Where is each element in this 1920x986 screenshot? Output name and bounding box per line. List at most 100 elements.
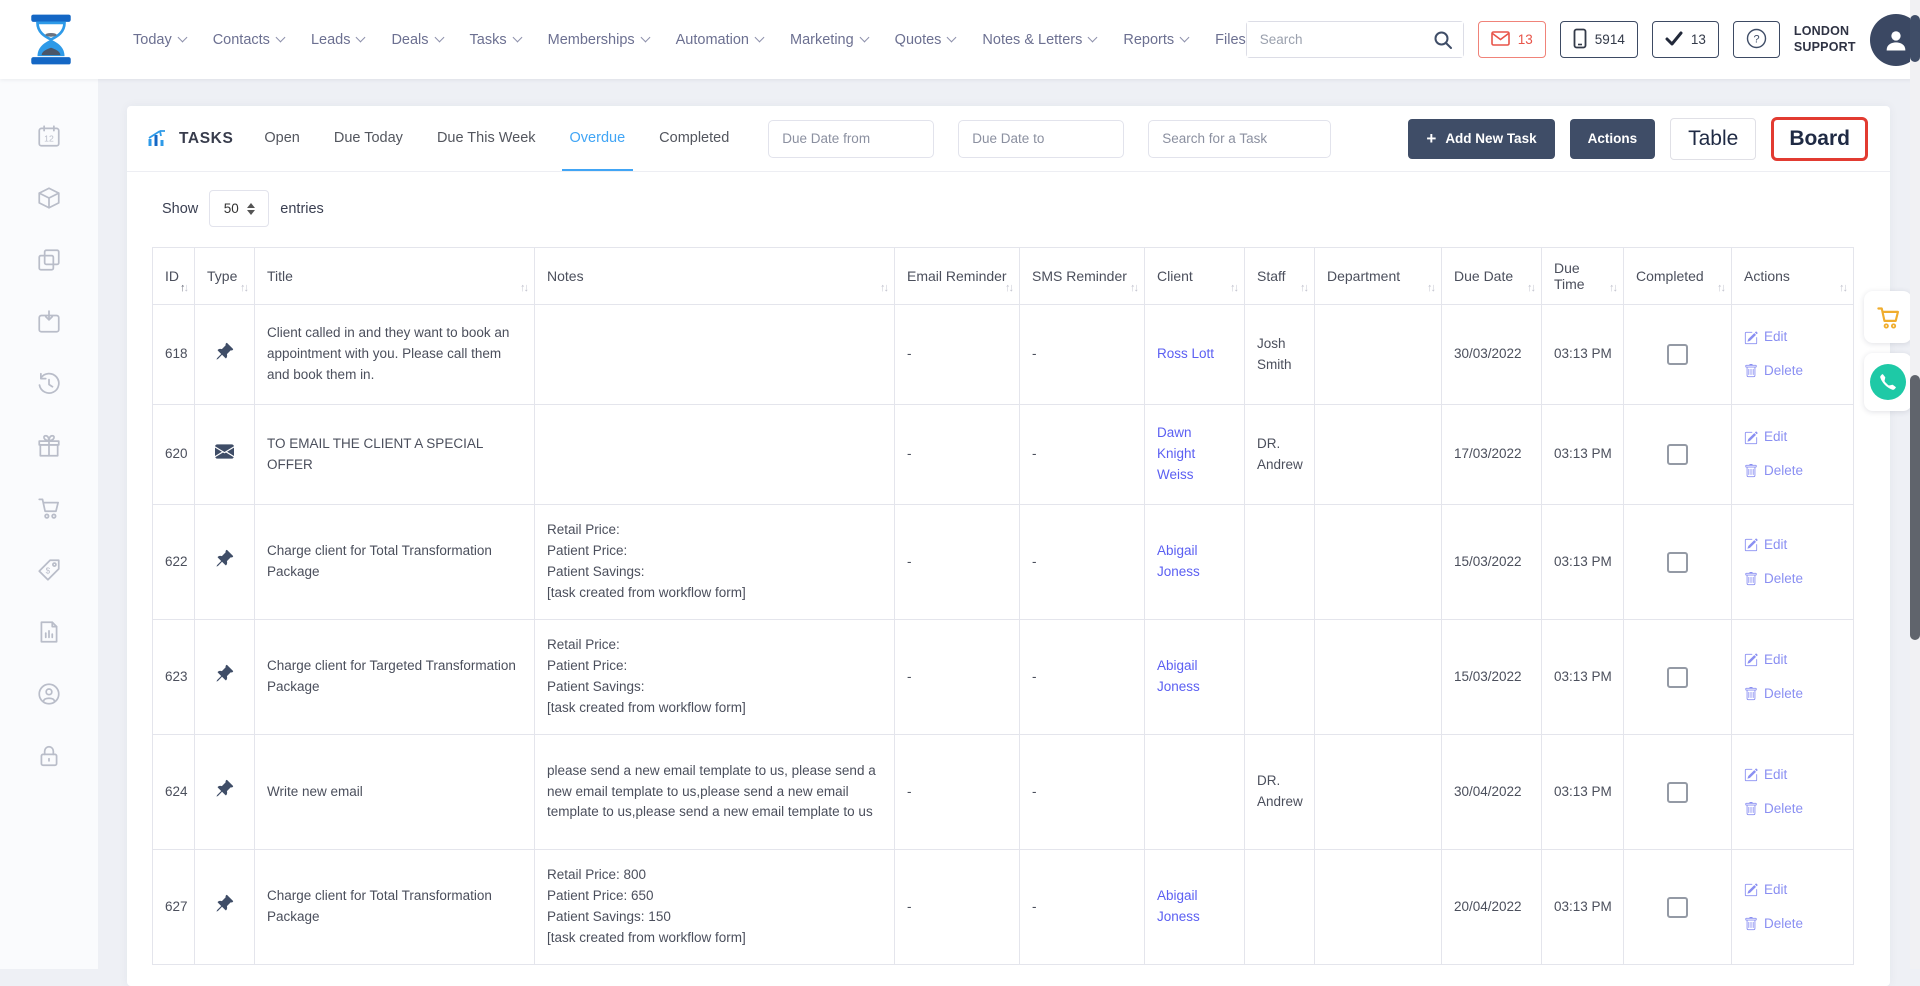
delete-task-link[interactable]: Delete	[1744, 684, 1841, 705]
table-view-button[interactable]: Table	[1670, 118, 1756, 160]
menu-quotes[interactable]: Quotes	[895, 32, 956, 48]
due-time: 03:13 PM	[1542, 405, 1624, 505]
tab-completed[interactable]: Completed	[651, 106, 737, 171]
copy-icon[interactable]	[36, 247, 62, 273]
menu-tasks[interactable]: Tasks	[470, 32, 521, 48]
edit-task-link[interactable]: Edit	[1744, 427, 1841, 448]
tab-due-today[interactable]: Due Today	[326, 106, 411, 171]
completed-checkbox[interactable]	[1667, 667, 1688, 688]
column-header-title[interactable]: Title↑↓	[255, 248, 535, 305]
staff-name: DR. Andrew	[1245, 405, 1315, 505]
client-link[interactable]: Abigail Joness	[1157, 543, 1200, 579]
column-header-id[interactable]: ID↑↓	[153, 248, 195, 305]
delete-task-link[interactable]: Delete	[1744, 914, 1841, 935]
phone-calls-button[interactable]: 5914	[1560, 21, 1638, 58]
column-header-type[interactable]: Type↑↓	[195, 248, 255, 305]
scrollbar-thumb[interactable]	[1910, 375, 1920, 640]
edit-task-link[interactable]: Edit	[1744, 535, 1841, 556]
task-notes: please send a new email template to us, …	[535, 735, 895, 850]
entries-per-page-select[interactable]: 50	[209, 190, 269, 227]
gift-icon[interactable]	[36, 433, 62, 459]
task-search-input[interactable]	[1148, 120, 1331, 158]
email-reminder: -	[895, 735, 1020, 850]
history-icon[interactable]	[36, 371, 62, 397]
column-header-client[interactable]: Client↑↓	[1145, 248, 1245, 305]
edit-task-link[interactable]: Edit	[1744, 327, 1841, 348]
edit-task-link[interactable]: Edit	[1744, 765, 1841, 786]
delete-task-link[interactable]: Delete	[1744, 799, 1841, 820]
menu-contacts[interactable]: Contacts	[213, 32, 284, 48]
tab-overdue[interactable]: Overdue	[562, 106, 634, 171]
column-header-due-date[interactable]: Due Date↑↓	[1442, 248, 1542, 305]
column-header-completed[interactable]: Completed↑↓	[1624, 248, 1732, 305]
delete-task-link[interactable]: Delete	[1744, 361, 1841, 382]
menu-marketing[interactable]: Marketing	[790, 32, 868, 48]
package-icon[interactable]	[36, 185, 62, 211]
menu-automation[interactable]: Automation	[676, 32, 763, 48]
actions-button[interactable]: Actions	[1570, 119, 1656, 159]
completed-checkbox[interactable]	[1667, 782, 1688, 803]
menu-memberships[interactable]: Memberships	[548, 32, 649, 48]
completed-tasks-button[interactable]: 13	[1652, 21, 1719, 58]
column-header-notes[interactable]: Notes↑↓	[535, 248, 895, 305]
completed-checkbox[interactable]	[1667, 444, 1688, 465]
client-link[interactable]: Dawn Knight Weiss	[1157, 425, 1195, 482]
cart-icon[interactable]	[36, 495, 62, 521]
add-new-task-button[interactable]: + Add New Task	[1408, 119, 1554, 159]
staff-name: Josh Smith	[1245, 305, 1315, 405]
due-date-from-input[interactable]	[768, 120, 934, 158]
tab-due-this-week[interactable]: Due This Week	[429, 106, 544, 171]
chevron-down-icon	[177, 33, 187, 43]
scrollbar-thumb-top[interactable]	[1910, 15, 1920, 62]
report-icon[interactable]	[36, 619, 62, 645]
tab-open[interactable]: Open	[256, 106, 307, 171]
svg-text:$: $	[46, 566, 51, 575]
column-header-sms-reminder[interactable]: SMS Reminder↑↓	[1020, 248, 1145, 305]
delete-task-link[interactable]: Delete	[1744, 461, 1841, 482]
task-type	[195, 620, 255, 735]
pushpin-icon	[215, 342, 234, 361]
check-count-badge: 13	[1691, 32, 1706, 47]
menu-files[interactable]: Files	[1215, 32, 1246, 48]
menu-today[interactable]: Today	[133, 32, 186, 48]
booking-calendar-icon[interactable]	[36, 309, 62, 335]
delete-task-link[interactable]: Delete	[1744, 569, 1841, 590]
menu-leads[interactable]: Leads	[311, 32, 365, 48]
question-mark-icon: ?	[1746, 28, 1767, 52]
help-button[interactable]: ?	[1733, 21, 1780, 58]
task-notes	[535, 405, 895, 505]
due-date-to-input[interactable]	[958, 120, 1124, 158]
client-link[interactable]: Abigail Joness	[1157, 658, 1200, 694]
search-icon[interactable]	[1432, 29, 1454, 56]
floating-cart-button[interactable]	[1864, 291, 1912, 343]
app-logo-hourglass-icon[interactable]	[24, 12, 78, 67]
menu-reports[interactable]: Reports	[1123, 32, 1188, 48]
column-header-department[interactable]: Department↑↓	[1315, 248, 1442, 305]
column-header-staff[interactable]: Staff↑↓	[1245, 248, 1315, 305]
client-link[interactable]: Abigail Joness	[1157, 888, 1200, 924]
client-link[interactable]: Ross Lott	[1157, 346, 1214, 361]
completed-checkbox[interactable]	[1667, 344, 1688, 365]
staff-name	[1245, 620, 1315, 735]
column-header-due-time[interactable]: Due Time↑↓	[1542, 248, 1624, 305]
price-tag-icon[interactable]: $	[36, 557, 62, 583]
lock-icon[interactable]	[36, 743, 62, 769]
completed-checkbox[interactable]	[1667, 552, 1688, 573]
edit-task-link[interactable]: Edit	[1744, 880, 1841, 901]
column-header-email-reminder[interactable]: Email Reminder↑↓	[895, 248, 1020, 305]
menu-deals[interactable]: Deals	[391, 32, 442, 48]
calendar-icon[interactable]: 12	[36, 123, 62, 149]
column-header-actions[interactable]: Actions↑↓	[1732, 248, 1854, 305]
completed-checkbox[interactable]	[1667, 897, 1688, 918]
board-view-button[interactable]: Board	[1771, 117, 1868, 161]
account-icon[interactable]	[36, 681, 62, 707]
task-type	[195, 405, 255, 505]
global-search-input[interactable]	[1247, 22, 1463, 57]
floating-call-button[interactable]	[1864, 353, 1912, 411]
email-notifications-button[interactable]: 13	[1478, 21, 1546, 58]
menu-notes-letters[interactable]: Notes & Letters	[982, 32, 1096, 48]
chevron-down-icon	[1088, 33, 1098, 43]
edit-task-link[interactable]: Edit	[1744, 650, 1841, 671]
up-down-icon	[247, 203, 255, 215]
email-reminder: -	[895, 305, 1020, 405]
